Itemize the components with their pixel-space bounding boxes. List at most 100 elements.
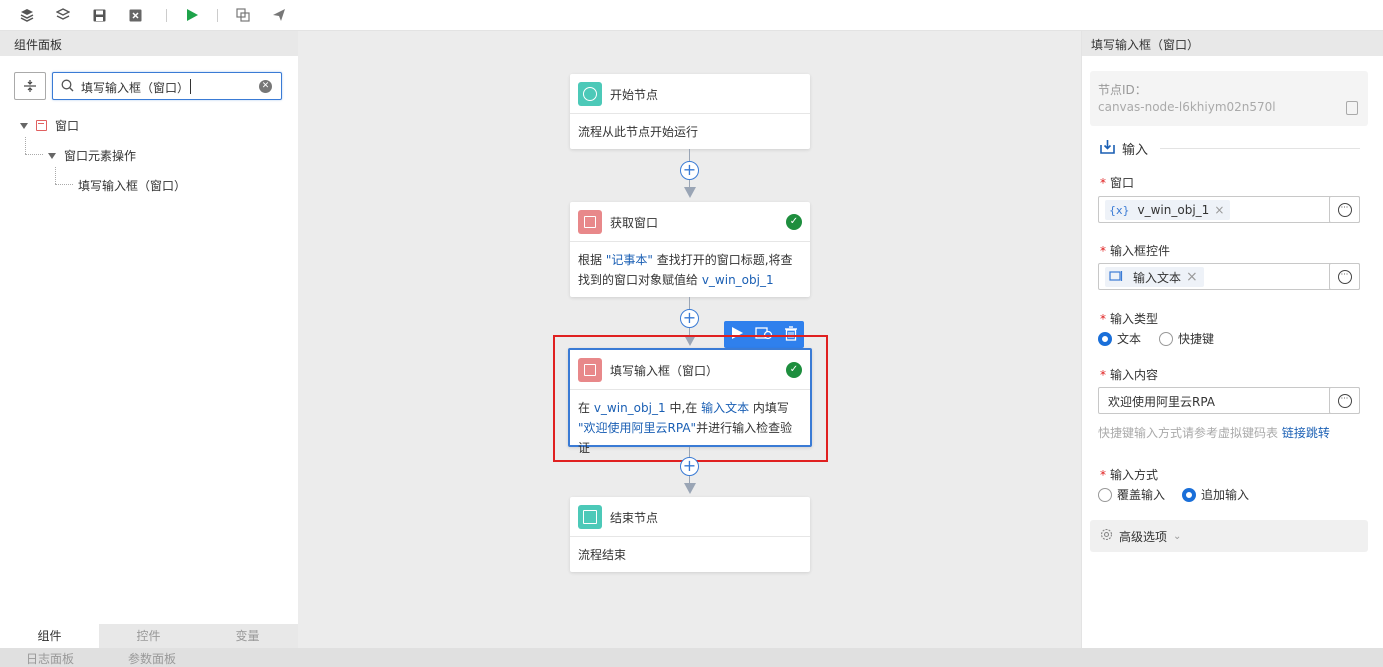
content-more-button[interactable]: ··· [1329, 387, 1360, 414]
control-field[interactable]: 输入文本 × [1098, 263, 1360, 290]
collapse-all-button[interactable] [14, 72, 46, 100]
window-more-button[interactable]: ··· [1329, 196, 1360, 223]
tree-item-window[interactable]: 窗口 [20, 117, 79, 134]
collapse-icon [24, 80, 36, 92]
tree-item-window-element-ops[interactable]: 窗口元素操作 [48, 147, 136, 164]
control-field-label: * 输入框控件 [1100, 244, 1171, 258]
node-description: 流程结束 [578, 548, 627, 562]
success-check-icon: ✓ [786, 214, 802, 230]
tab-controls[interactable]: 控件 [99, 624, 198, 648]
type-field-label: * 输入类型 [1100, 312, 1159, 326]
type-radio-shortcut[interactable]: 快捷键 [1159, 330, 1214, 347]
copy-icon[interactable] [1346, 101, 1358, 115]
left-panel-tabs: 组件 控件 变量 [0, 624, 298, 648]
window-node-icon [578, 358, 602, 382]
save-icon[interactable] [90, 6, 108, 24]
content-input[interactable]: 欢迎使用阿里云RPA [1098, 387, 1360, 414]
toolbar-divider [217, 9, 218, 22]
param-panel-tab[interactable]: 参数面板 [128, 650, 176, 667]
input-control-icon [1109, 270, 1123, 285]
tab-variables[interactable]: 变量 [198, 624, 297, 648]
tree-connector [25, 154, 43, 155]
node-description: 在 v_win_obj_1 中,在 输入文本 内填写 "欢迎使用阿里云RPA"并… [578, 401, 793, 455]
close-box-icon[interactable] [126, 6, 144, 24]
success-check-icon: ✓ [786, 362, 802, 378]
copy-window-icon[interactable] [234, 6, 252, 24]
node-title: 开始节点 [610, 88, 659, 102]
layers-icon[interactable] [18, 6, 36, 24]
end-node[interactable]: 结束节点 流程结束 [570, 497, 810, 572]
tree-item-label: 填写输入框（窗口） [78, 179, 187, 193]
node-title: 结束节点 [610, 511, 659, 525]
fill-input-node[interactable]: 填写输入框（窗口） ✓ 在 v_win_obj_1 中,在 输入文本 内填写 "… [568, 348, 812, 455]
send-icon[interactable] [270, 6, 288, 24]
add-node-button[interactable]: + [680, 161, 699, 180]
remove-tag-icon[interactable]: × [1214, 203, 1224, 217]
download-icon [1100, 139, 1115, 158]
mode-field-label: * 输入方式 [1100, 468, 1159, 482]
variable-icon: {x} [1109, 203, 1130, 217]
add-node-button[interactable]: + [680, 309, 699, 328]
mode-radio-overwrite[interactable]: 覆盖输入 [1098, 486, 1165, 503]
control-more-button[interactable]: ··· [1329, 263, 1360, 290]
more-icon: ··· [1337, 202, 1352, 217]
window-field[interactable]: {x} v_win_obj_1 × [1098, 196, 1360, 223]
tree-connector [25, 137, 26, 154]
caret-down-icon[interactable] [48, 152, 56, 159]
content-field-label: * 输入内容 [1100, 368, 1159, 382]
top-toolbar [0, 0, 1383, 31]
clear-search-icon[interactable]: ✕ [259, 80, 272, 93]
node-description: 根据 "记事本" 查找打开的窗口标题,将查找到的窗口对象赋值给 v_win_ob… [578, 253, 793, 287]
node-header: 开始节点 [570, 74, 810, 114]
properties-panel: 填写输入框（窗口） 节点ID： canvas-node-l6khiym02n57… [1081, 31, 1383, 648]
tree-connector [55, 184, 73, 185]
window-icon [36, 120, 47, 131]
more-icon: ··· [1337, 269, 1352, 284]
search-icon [61, 79, 74, 95]
section-divider [1160, 148, 1360, 149]
play-icon[interactable] [183, 6, 201, 24]
search-value: 填写输入框（窗口） [81, 81, 190, 95]
bottom-panel-bar: 日志面板 参数面板 [0, 648, 1383, 667]
advanced-options-toggle[interactable]: 高级选项 ⌄ [1090, 520, 1368, 552]
caret-down-icon[interactable] [20, 122, 28, 129]
log-panel-tab[interactable]: 日志面板 [26, 650, 74, 667]
tree-item-fill-input[interactable]: 填写输入框（窗口） [78, 177, 186, 194]
hint-link[interactable]: 链接跳转 [1282, 426, 1330, 440]
node-id-value: canvas-node-l6khiym02n570l [1098, 100, 1276, 114]
node-id-label: 节点ID： [1098, 83, 1147, 97]
input-section-title: 输入 [1100, 139, 1148, 158]
tab-components[interactable]: 组件 [0, 624, 99, 648]
node-description: 流程从此节点开始运行 [578, 125, 699, 139]
hint-text: 快捷键输入方式请参考虚拟键码表 链接跳转 [1098, 426, 1330, 440]
start-node-icon [578, 82, 602, 106]
component-search-input[interactable]: 填写输入框（窗口） ✕ [52, 72, 282, 100]
flow-canvas[interactable]: 开始节点 流程从此节点开始运行 + 获取窗口 ✓ 根据 "记事本" 查找打开的窗… [298, 31, 1081, 648]
get-window-node[interactable]: 获取窗口 ✓ 根据 "记事本" 查找打开的窗口标题,将查找到的窗口对象赋值给 v… [570, 202, 810, 297]
tree-item-label: 窗口 [55, 119, 80, 133]
add-node-button[interactable]: + [680, 457, 699, 476]
tree-item-label: 窗口元素操作 [64, 149, 137, 163]
window-field-label: * 窗口 [1100, 176, 1135, 190]
node-header: 填写输入框（窗口） ✓ [570, 350, 810, 390]
toolbar-divider [166, 9, 167, 22]
type-radio-text[interactable]: 文本 [1098, 330, 1141, 347]
more-icon: ··· [1337, 393, 1352, 408]
layers-alt-icon[interactable] [54, 6, 72, 24]
window-node-icon [578, 210, 602, 234]
node-id-box: 节点ID： canvas-node-l6khiym02n570l [1090, 71, 1368, 126]
node-header: 获取窗口 ✓ [570, 202, 810, 242]
variable-tag: {x} v_win_obj_1 × [1105, 200, 1231, 220]
start-node[interactable]: 开始节点 流程从此节点开始运行 [570, 74, 810, 149]
node-title: 填写输入框（窗口） [610, 364, 719, 378]
arrow-down-icon [684, 483, 696, 494]
properties-title: 填写输入框（窗口） [1082, 31, 1383, 56]
text-caret [190, 79, 191, 94]
gear-icon [1100, 528, 1113, 544]
chevron-down-icon: ⌄ [1173, 530, 1182, 542]
end-node-icon [578, 505, 602, 529]
component-panel: 组件面板 填写输入框（窗口） ✕ 窗口 窗口元素操作 填写输入框（窗口） 组件 … [0, 31, 298, 648]
remove-tag-icon[interactable]: × [1186, 269, 1198, 285]
tree-connector [55, 167, 56, 184]
mode-radio-append[interactable]: 追加输入 [1182, 486, 1249, 503]
